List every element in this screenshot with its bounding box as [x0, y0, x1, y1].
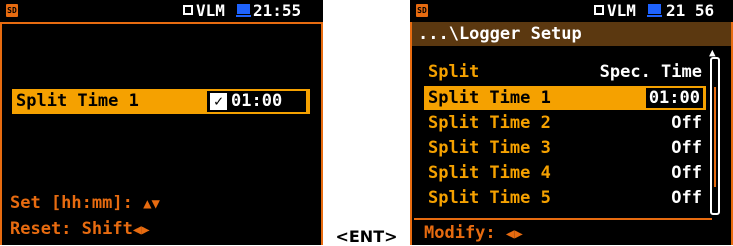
row-value: Off [671, 113, 702, 133]
list-item-split-time-4[interactable]: Split Time 4 Off [424, 161, 706, 185]
title-bar: ...\Logger Setup [412, 22, 731, 46]
row-label: Split [428, 62, 480, 82]
row-label: Split Time 1 [428, 88, 551, 108]
left-right-arrows-icon: ◀▶ [132, 222, 150, 238]
vlm-checkbox-icon [183, 5, 193, 15]
row-value: Spec. Time [599, 62, 702, 82]
vlm-checkbox-icon [594, 5, 604, 15]
row-label: Split Time 5 [428, 188, 551, 208]
up-down-arrows-icon: ▲▼ [143, 196, 160, 212]
divider [414, 218, 712, 220]
right-screen: SD VLM 21 56 ...\Logger Setup Split Spec… [410, 0, 733, 245]
battery-base [236, 15, 251, 17]
row-value: 01:00 [645, 88, 703, 108]
set-hint: Set [hh:mm]: ▲▼ [10, 192, 160, 215]
vlm-label: VLM [607, 1, 636, 20]
row-label: Split Time 4 [428, 163, 551, 183]
set-hint-label: Set [hh:mm]: [10, 193, 133, 213]
split-time-1-field[interactable]: Split Time 1 ✓ 01:00 [12, 89, 310, 114]
scrollbar[interactable] [710, 57, 720, 215]
reset-hint: Reset: Shift◀▶ [10, 218, 150, 241]
clock: 21 56 [666, 1, 715, 20]
sd-card-icon: SD [416, 4, 428, 17]
row-label: Split Time 3 [428, 138, 551, 158]
content-panel: Split Time 1 ✓ 01:00 Set [hh:mm]: ▲▼ Res… [0, 22, 323, 245]
scrollbar-thumb[interactable] [714, 87, 716, 187]
modify-hint: Modify: ◀▶ [424, 222, 523, 245]
list-item-split-time-2[interactable]: Split Time 2 Off [424, 111, 706, 135]
field-value[interactable]: 01:00 [231, 91, 282, 112]
vlm-label: VLM [196, 1, 225, 20]
list-item-split-time-1[interactable]: Split Time 1 01:00 [424, 86, 706, 110]
row-value: Off [671, 163, 702, 183]
list-item-split[interactable]: Split Spec. Time [424, 60, 706, 84]
row-label: Split Time 2 [428, 113, 551, 133]
battery-icon [237, 4, 250, 14]
checkbox-checked-icon[interactable]: ✓ [210, 93, 227, 110]
row-value: Off [671, 188, 702, 208]
status-bar: SD VLM 21 56 [410, 0, 733, 22]
reset-hint-label: Reset: Shift [10, 219, 133, 239]
ent-key-label: <ENT> [335, 227, 398, 246]
sd-card-icon: SD [6, 4, 18, 17]
left-right-arrows-icon: ◀▶ [505, 226, 523, 242]
list-item-split-time-5[interactable]: Split Time 5 Off [424, 186, 706, 210]
clock: 21:55 [253, 1, 302, 20]
modify-label: Modify: [424, 223, 496, 243]
page-title: ...\Logger Setup [418, 24, 582, 44]
battery-icon [648, 4, 661, 14]
field-label: Split Time 1 [16, 91, 139, 111]
left-screen: SD VLM 21:55 Split Time 1 ✓ 01:00 Set [h… [0, 0, 323, 245]
status-bar: SD VLM 21:55 [0, 0, 323, 22]
row-value: Off [671, 138, 702, 158]
battery-base [647, 15, 662, 17]
list-item-split-time-3[interactable]: Split Time 3 Off [424, 136, 706, 160]
value-box[interactable]: ✓ 01:00 [207, 91, 306, 112]
